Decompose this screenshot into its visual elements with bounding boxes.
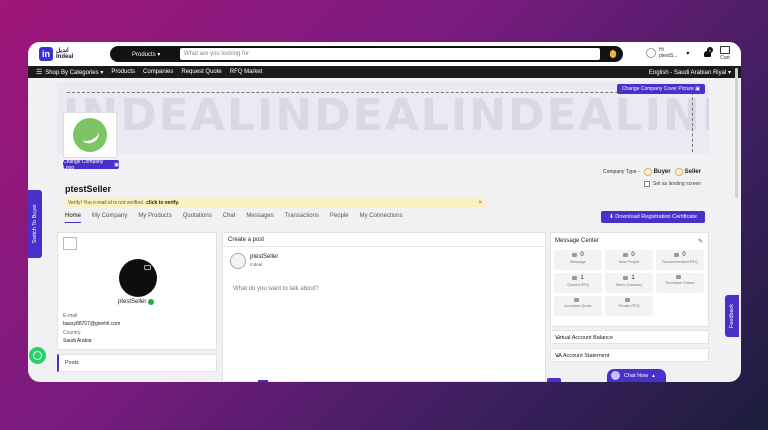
post-input[interactable]: What do you want to talk about? [233,286,319,292]
verify-banner: Verify! You e-mail id is not verified. cl… [65,198,486,207]
stat-purchase-orders[interactable]: Purchase Orders [656,273,704,293]
chat-now-button[interactable]: Chat Now ▴ [607,369,666,382]
download-certificate-button[interactable]: ⬇ Download Registration Certificate [601,211,705,223]
posts-section[interactable]: Posts [57,354,217,372]
user-menu[interactable]: Hi ptestS... ▾ [646,47,689,59]
site-logo[interactable]: in انديل Indeal [39,47,73,61]
stat-sales-summary[interactable]: 1 Sales Summary [605,273,653,293]
tab-messages[interactable]: Messages [246,213,273,223]
search-input[interactable]: What are you looking for [180,48,600,60]
change-cover-button[interactable]: Change Company Cover Picture ▣ [617,84,705,94]
verified-icon [148,299,155,305]
cart-icon [720,46,730,54]
whatsapp-icon[interactable] [29,347,46,364]
post-author-sub: Indeal [250,262,263,267]
chevron-down-icon: ⌄ [555,334,561,341]
cover-picture: INDEALINDEALINDEALINDEAL Change Company … [57,82,709,154]
company-type-buyer[interactable]: Buyer [643,168,671,176]
va-account-statement[interactable]: VA Account Statement ⌄ [550,348,709,362]
top-bar: in انديل Indeal Products ▾ What are you … [28,42,741,66]
company-name: ptestSeller [65,184,112,194]
browser-frame: in انديل Indeal Products ▾ What are you … [28,42,741,382]
feedback-tab[interactable]: Feedback [725,295,739,337]
user-avatar-icon [646,48,656,58]
edit-icon[interactable]: ✎ [698,238,703,245]
radio-icon [643,168,652,176]
nav-request-quote[interactable]: Request Quote [181,69,221,75]
avatar[interactable] [119,259,157,297]
company-type-label: Company Type - [603,169,640,175]
logo-text: Indeal [56,54,74,60]
tab-transactions[interactable]: Transactions [285,213,319,223]
tab-my-connections[interactable]: My Connections [360,213,403,223]
verify-link[interactable]: click to verify. [146,200,179,206]
create-post-title: Create a post [228,237,265,243]
nav-products[interactable]: Products [111,69,135,75]
image-placeholder-icon [63,237,77,250]
landing-screen-option[interactable]: Set as landing screen [644,181,701,187]
mic-icon[interactable] [603,48,623,60]
nav-rfq-market[interactable]: RFQ Market [230,69,263,75]
search-bar: Products ▾ What are you looking for [110,46,623,62]
user-name: ptestS... [659,53,678,59]
virtual-account-balance[interactable]: Virtual Account Balance ⌄ [550,330,709,344]
company-type-seller[interactable]: Seller [674,168,701,176]
close-icon[interactable]: × [478,200,482,206]
tab-my-company[interactable]: My Company [92,213,127,223]
tab-chat[interactable]: Chat [223,213,236,223]
notification-badge: 0 [707,47,713,53]
profile-tabs: Home My Company My Products Quotations C… [65,213,403,223]
country-value: Saudi Arabia [63,338,92,344]
stat-recommended-rfq[interactable]: 0 Recommendent RFQ [656,250,704,270]
switch-to-buyer-tab[interactable]: Switch To Buyer [28,190,42,258]
language-select[interactable]: English - Saudi Arabian Riyal ▾ [649,69,731,76]
company-type: Company Type - Buyer Seller [603,168,701,176]
user-avatar-icon [230,253,246,269]
cart-button[interactable]: Cart [720,46,730,61]
stat-message[interactable]: 0 Message [554,250,602,270]
stat-new-people[interactable]: 0 New People [605,250,653,270]
post-author: ptestSeller [250,254,279,260]
create-post-card: Create a post ptestSeller Indeal What do… [222,232,546,382]
email-value: bassy88707@givehit.com [63,321,121,327]
country-label: Country [63,330,81,336]
post-toolbar-icon[interactable] [258,380,268,382]
message-center-title: Message Center [555,238,600,244]
email-label: E-mail [63,313,78,319]
leaf-logo-icon [73,118,107,152]
nav-shop-by-categories[interactable]: Shop By Categories ▾ [45,69,103,76]
company-logo [63,112,117,158]
message-center: Message Center ✎ 0 Message 0 New People 0R… [550,232,709,327]
tab-my-products[interactable]: My Products [138,213,171,223]
camera-icon[interactable] [144,265,151,270]
chat-icon [611,371,620,380]
nav-companies[interactable]: Companies [143,69,173,75]
landing-checkbox[interactable] [644,181,650,187]
radio-icon [674,168,683,176]
profile-content: INDEALINDEALINDEALINDEAL Change Company … [57,82,709,382]
menu-icon[interactable]: ☰ [36,68,42,76]
chevron-down-icon: ▾ [686,50,690,57]
search-category-select[interactable]: Products ▾ [110,51,180,58]
profile-card: ptestSeller E-mail bassy88707@givehit.co… [57,232,217,350]
cart-label: Cart [720,55,730,61]
stat-private-rfq[interactable]: Private RFQ [605,296,653,316]
tab-quotations[interactable]: Quotations [183,213,212,223]
bell-icon[interactable]: 0 [703,47,713,58]
stat-quoted-rfq[interactable]: 1 Quoted RFQ [554,273,602,293]
tab-home[interactable]: Home [65,213,82,223]
tab-people[interactable]: People [330,213,349,223]
scrollbar[interactable] [735,68,738,198]
chevron-down-icon: ⌄ [555,352,561,359]
stat-accepted-quote[interactable]: Accepted Quote [554,296,602,316]
logo-mark: in [39,47,53,61]
category-nav: ☰ Shop By Categories ▾ Products Companie… [28,66,741,78]
change-logo-button[interactable]: Change Company Logo ▣ [63,159,119,171]
profile-name: ptestSeller [118,299,147,305]
chevron-up-icon: ▴ [652,372,655,379]
post-button[interactable] [547,378,561,382]
